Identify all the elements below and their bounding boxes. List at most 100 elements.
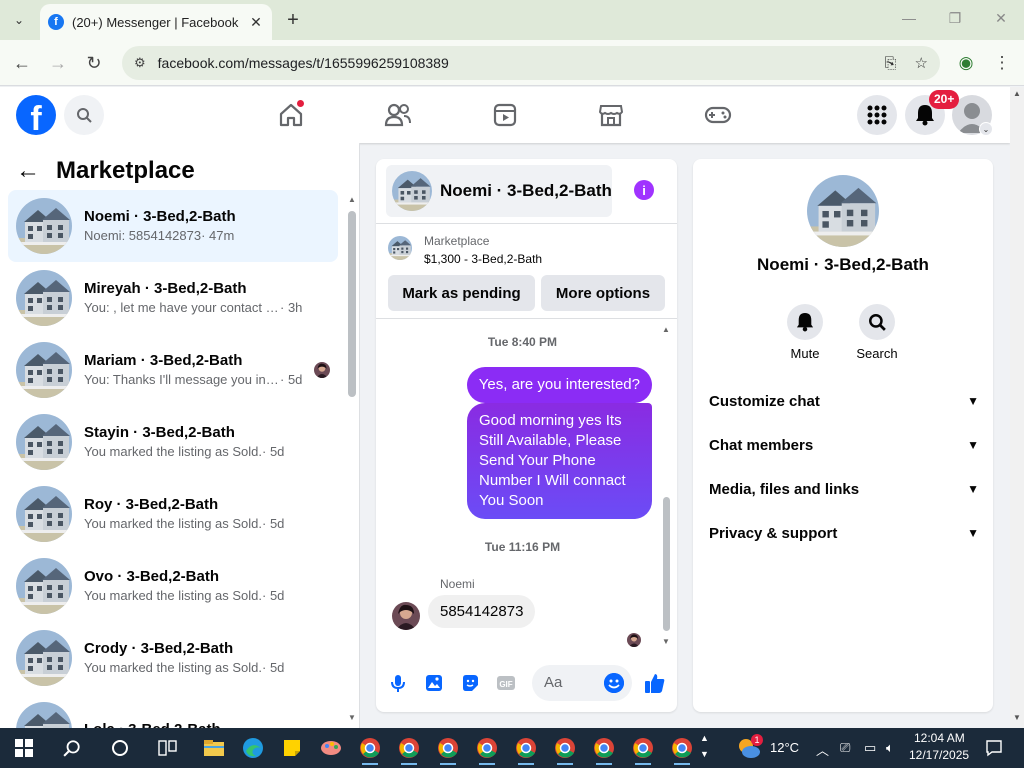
conversation-item[interactable]: Ovo · 3-Bed,2-Bath You marked the listin… bbox=[8, 550, 338, 622]
message-input[interactable]: Aa bbox=[532, 665, 632, 701]
browser-tabbar: ⌄ f (20+) Messenger | Facebook ✕ + — ❐ ✕ bbox=[0, 0, 1024, 40]
mark-as-pending-button[interactable]: Mark as pending bbox=[388, 275, 535, 311]
site-settings-icon[interactable]: ⚙ bbox=[134, 55, 146, 71]
marketplace-label: Marketplace bbox=[424, 234, 490, 248]
chat-members-section[interactable]: Chat members ▼ bbox=[709, 433, 979, 457]
microphone-icon[interactable] bbox=[388, 673, 408, 693]
home-nav-icon[interactable] bbox=[277, 99, 305, 129]
sticker-icon[interactable] bbox=[460, 673, 480, 693]
chat-scroll-thumb[interactable] bbox=[663, 497, 670, 631]
marketplace-nav-icon[interactable] bbox=[597, 101, 625, 129]
chat-header[interactable]: Noemi · 3-Bed,2-Bath bbox=[386, 165, 612, 217]
customize-chat-section[interactable]: Customize chat ▼ bbox=[709, 389, 979, 413]
page-scrollbar[interactable]: ▲ ▼ bbox=[1010, 87, 1024, 728]
thumbs-up-icon[interactable] bbox=[643, 671, 667, 695]
chrome-window-icon[interactable] bbox=[395, 734, 423, 765]
listing-price-title[interactable]: $1,300 - 3-Bed,2-Bath bbox=[424, 252, 542, 266]
chrome-window-icon[interactable] bbox=[512, 734, 540, 765]
conversation-item[interactable]: Stayin · 3-Bed,2-Bath You marked the lis… bbox=[8, 406, 338, 478]
chrome-window-icon[interactable] bbox=[473, 734, 501, 765]
install-app-icon[interactable]: ⎘ bbox=[885, 55, 897, 72]
chat-scrollbar[interactable]: ▲ ▼ bbox=[661, 325, 671, 647]
chrome-window-icon[interactable] bbox=[590, 734, 618, 765]
conversation-item[interactable]: Mariam · 3-Bed,2-Bath You: Thanks I'll m… bbox=[8, 334, 338, 406]
weather-temperature[interactable]: 12°C bbox=[770, 740, 799, 755]
conversation-item[interactable]: Roy · 3-Bed,2-Bath You marked the listin… bbox=[8, 478, 338, 550]
back-icon[interactable]: ← bbox=[11, 52, 33, 74]
emoji-icon[interactable] bbox=[604, 673, 624, 693]
message-thread: Tue 8:40 PM Yes, are you interested? Goo… bbox=[376, 321, 677, 649]
scroll-up-arrow-icon[interactable]: ▲ bbox=[348, 195, 356, 204]
tray-device-icon[interactable]: ⎚ bbox=[840, 740, 850, 756]
photo-icon[interactable] bbox=[424, 673, 444, 693]
account-chevron-icon[interactable]: ⌄ bbox=[979, 122, 993, 136]
weather-icon[interactable]: 1 bbox=[735, 734, 763, 762]
file-explorer-icon[interactable] bbox=[200, 734, 228, 762]
scroll-up-arrow-icon[interactable]: ▲ bbox=[662, 325, 670, 334]
privacy-support-section[interactable]: Privacy & support ▼ bbox=[709, 521, 979, 545]
cortana-icon[interactable] bbox=[106, 734, 134, 762]
search-in-chat-button[interactable]: Search bbox=[847, 304, 907, 361]
more-options-button[interactable]: More options bbox=[541, 275, 665, 311]
address-bar[interactable]: ⚙ facebook.com/messages/t/16559962591083… bbox=[122, 46, 940, 80]
marketplace-chat-list: ← Marketplace Noemi · 3-Bed,2-Bath Noemi… bbox=[0, 143, 360, 728]
chrome-window-icon[interactable] bbox=[551, 734, 579, 765]
browser-tab-messenger[interactable]: f (20+) Messenger | Facebook ✕ bbox=[40, 4, 272, 40]
notification-center-icon[interactable] bbox=[980, 734, 1008, 762]
sender-avatar[interactable] bbox=[392, 602, 420, 630]
outgoing-message[interactable]: Good morning yes Its Still Available, Pl… bbox=[467, 403, 652, 519]
list-scroll-thumb[interactable] bbox=[348, 211, 356, 397]
incoming-message[interactable]: 5854142873 bbox=[428, 595, 536, 628]
chrome-window-icon[interactable] bbox=[434, 734, 462, 765]
edge-browser-icon[interactable] bbox=[239, 734, 267, 762]
scroll-up-arrow-icon[interactable]: ▲ bbox=[1013, 89, 1021, 98]
forward-icon[interactable]: → bbox=[47, 52, 69, 74]
conversation-item[interactable]: Mireyah · 3-Bed,2-Bath You: , let me hav… bbox=[8, 262, 338, 334]
info-icon[interactable]: i bbox=[634, 180, 654, 200]
conversation-name: Ovo · 3-Bed,2-Bath bbox=[84, 568, 220, 585]
chrome-window-icon[interactable] bbox=[668, 734, 696, 765]
reload-icon[interactable]: ↻ bbox=[83, 52, 105, 74]
chrome-window-icon[interactable] bbox=[629, 734, 657, 765]
video-nav-icon[interactable] bbox=[491, 101, 519, 129]
volume-icon[interactable]: 🔈︎ bbox=[886, 740, 894, 756]
gaming-nav-icon[interactable] bbox=[704, 101, 732, 129]
paint-app-icon[interactable] bbox=[317, 734, 345, 762]
list-scrollbar[interactable]: ▲ ▼ bbox=[347, 193, 357, 723]
sticky-notes-icon[interactable] bbox=[278, 734, 306, 762]
bookmark-star-icon[interactable]: ☆ bbox=[915, 54, 928, 72]
scroll-down-arrow-icon[interactable]: ▼ bbox=[1013, 713, 1021, 722]
tab-search-chevron-icon[interactable]: ⌄ bbox=[6, 8, 32, 32]
conversation-item[interactable]: Noemi · 3-Bed,2-Bath Noemi: 5854142873 · … bbox=[8, 190, 338, 262]
network-icon[interactable]: ▭ bbox=[864, 740, 876, 756]
windows-start-icon[interactable] bbox=[10, 734, 38, 762]
taskbar-search-icon[interactable] bbox=[58, 734, 86, 762]
outgoing-message[interactable]: Yes, are you interested? bbox=[466, 367, 652, 403]
clock-date[interactable]: 12/17/2025 bbox=[909, 748, 969, 762]
chrome-window-icon[interactable] bbox=[356, 734, 384, 765]
browser-menu-icon[interactable]: ⋮ bbox=[991, 53, 1013, 73]
clock-time[interactable]: 12:04 AM bbox=[914, 731, 965, 745]
facebook-logo-icon[interactable]: f bbox=[16, 95, 56, 135]
close-window-icon[interactable]: ✕ bbox=[989, 10, 1013, 27]
conversation-list: Noemi · 3-Bed,2-Bath Noemi: 5854142873 · … bbox=[8, 190, 338, 728]
tab-close-icon[interactable]: ✕ bbox=[248, 14, 264, 31]
menu-grid-button[interactable] bbox=[857, 95, 897, 135]
taskbar-scroll-arrows-icon[interactable]: ▲ ▼ bbox=[700, 730, 709, 762]
new-tab-plus-icon[interactable]: + bbox=[282, 8, 304, 32]
back-arrow-icon[interactable]: ← bbox=[16, 157, 40, 185]
task-view-icon[interactable] bbox=[154, 734, 182, 762]
restore-icon[interactable]: ❐ bbox=[943, 10, 967, 27]
conversation-item[interactable]: Lola · 3-Bed,2-Bath bbox=[8, 694, 338, 728]
media-files-links-section[interactable]: Media, files and links ▼ bbox=[709, 477, 979, 501]
friends-nav-icon[interactable] bbox=[384, 101, 412, 129]
scroll-down-arrow-icon[interactable]: ▼ bbox=[348, 713, 356, 722]
scroll-down-arrow-icon[interactable]: ▼ bbox=[662, 637, 670, 646]
mute-button[interactable]: Mute bbox=[775, 304, 835, 361]
facebook-search-button[interactable] bbox=[64, 95, 104, 135]
conversation-item[interactable]: Crody · 3-Bed,2-Bath You marked the list… bbox=[8, 622, 338, 694]
tray-expand-chevron-icon[interactable]: ︿ bbox=[816, 740, 829, 759]
minimize-icon[interactable]: — bbox=[897, 10, 921, 26]
gif-icon[interactable]: GIF bbox=[496, 673, 516, 693]
profile-icon[interactable]: ◉ bbox=[955, 53, 977, 73]
